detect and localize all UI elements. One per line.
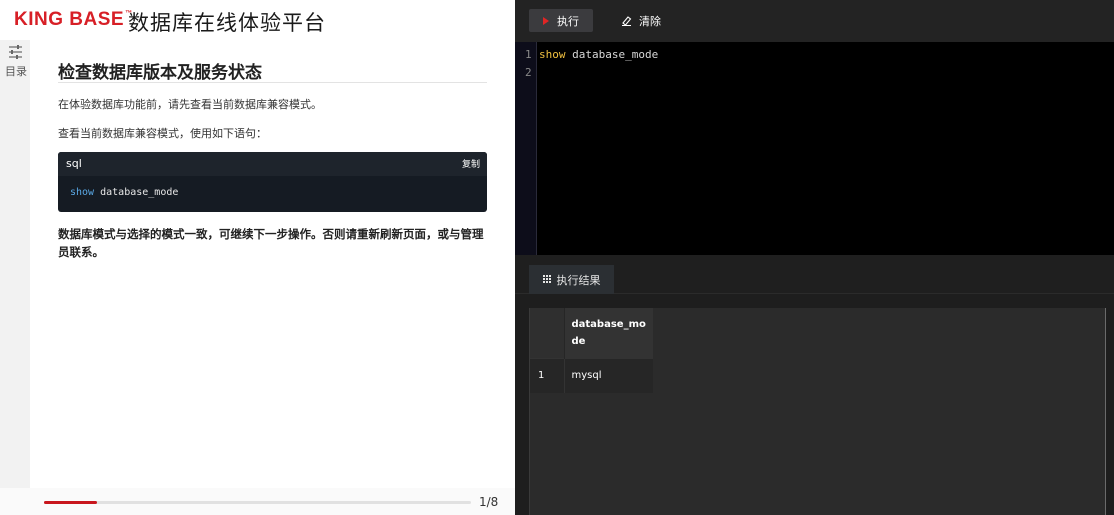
results-header-row: database_mode [530,308,653,358]
code-snippet: sql 复制 show database_mode [58,152,487,212]
grid-icon [542,275,552,284]
toc-label[interactable]: 目录 [5,63,27,79]
code-language-label: sql [66,157,82,170]
table-cell[interactable]: mysql [563,357,653,393]
top-bar: KING BASE ™ 数据库在线体验平台 [0,0,515,40]
editor-line-1[interactable]: show database_mode [539,48,658,61]
lesson-heading: 检查数据库版本及服务状态 [58,63,262,83]
lesson-note: 数据库模式与选择的模式一致，可继续下一步操作。否则请重新刷新页面，或与管理员联系… [58,227,484,259]
logo-text: KING BASE [14,9,125,30]
sql-editor[interactable]: 1 2 show database_mode [515,42,1114,255]
code-rest: database_mode [94,187,179,198]
results-table: database_mode 1 mysql [530,308,653,393]
progress-bar-fill [44,501,98,504]
kingbase-logo: KING BASE ™ [14,9,133,30]
code-snippet-body: show database_mode [70,187,178,198]
toc-rail[interactable]: 目录 [0,40,30,488]
tab-results-label: 执行结果 [556,273,601,287]
editor-toolbar: 执行 清除 [515,0,1114,42]
tab-results[interactable]: 执行结果 [529,265,614,294]
lesson-paragraph-1: 在体验数据库功能前，请先查看当前数据库兼容模式。 [58,98,322,111]
sql-workspace: 执行 清除 1 2 show database_mode 执行结果 databa… [515,0,1114,515]
page-indicator: 1/8 [479,495,499,509]
editor-gutter: 1 2 [515,42,537,255]
lesson-footer: 1/8 [0,488,515,515]
clear-button[interactable]: 清除 [621,9,661,32]
lesson-content: 检查数据库版本及服务状态 在体验数据库功能前，请先查看当前数据库兼容模式。 查看… [30,40,515,488]
clear-button-label: 清除 [639,14,661,28]
heading-divider [58,82,487,83]
results-grid: database_mode 1 mysql [529,308,1106,515]
lesson-pane: KING BASE ™ 数据库在线体验平台 目录 检查数据库版本及服务状态 在体验… [0,0,515,515]
run-button-label: 执行 [557,14,579,28]
row-index-header [530,308,564,358]
editor-keyword: show [539,48,566,61]
app-title: 数据库在线体验平台 [128,11,326,35]
gutter-divider [536,42,537,255]
editor-code-rest: database_mode [565,48,659,61]
table-row[interactable]: 1 mysql [530,357,653,393]
results-tab-bar: 执行结果 [515,255,1114,294]
play-icon [543,16,549,25]
copy-button[interactable]: 复制 [462,157,480,170]
column-header[interactable]: database_mode [563,308,653,358]
run-button[interactable]: 执行 [529,9,593,32]
line-number: 1 [525,48,532,61]
progress-bar [44,501,471,504]
code-snippet-header: sql 复制 [58,152,487,176]
row-index: 1 [530,357,564,393]
code-keyword: show [70,187,95,198]
eraser-icon [622,16,632,26]
sliders-icon[interactable] [8,45,23,59]
lesson-paragraph-2: 查看当前数据库兼容模式，使用如下语句： [58,127,267,140]
line-number: 2 [525,66,532,79]
